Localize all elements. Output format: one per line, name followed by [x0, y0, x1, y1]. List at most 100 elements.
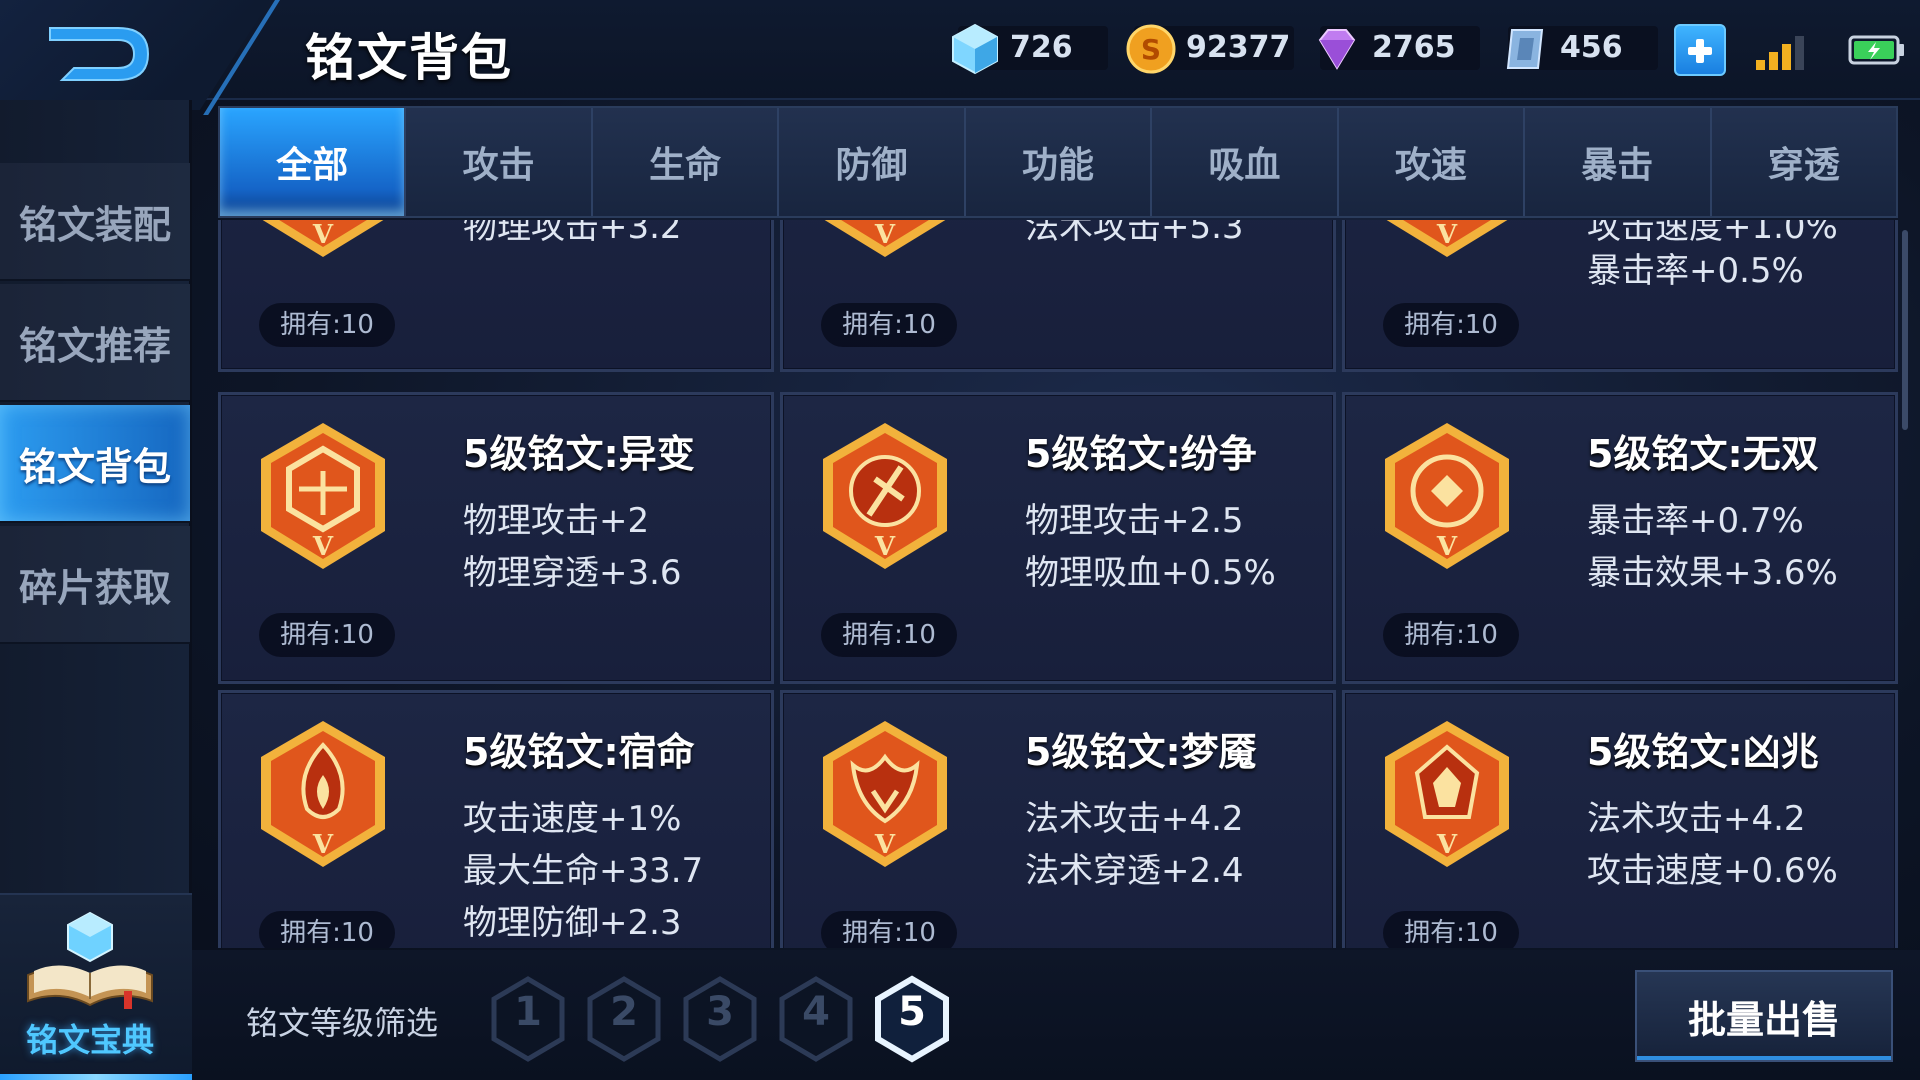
rune-unrivaled-icon: V	[1385, 423, 1509, 569]
level-filter-5[interactable]: 5	[872, 975, 952, 1063]
rune-attr: 物理攻击+2	[463, 501, 650, 541]
rune-variation-icon: V	[261, 423, 385, 569]
tab-attack[interactable]: 攻击	[406, 108, 593, 216]
rune-attr: 法术穿透+2.4	[1025, 851, 1244, 891]
rune-card[interactable]: V 5级铭文:纷争 物理攻击+2.5 物理吸血+0.5% 拥有:10	[780, 392, 1336, 684]
rune-attr: 物理防御+2.3	[463, 903, 682, 943]
grid-scrollbar[interactable]	[1902, 230, 1908, 430]
codex-underline	[0, 1074, 192, 1080]
rune-name: 5级铭文:凶兆	[1587, 730, 1819, 774]
owned-count-badge: 拥有:10	[1383, 303, 1519, 347]
tab-utility[interactable]: 功能	[966, 108, 1153, 216]
currency-diamond[interactable]: 2765	[1318, 26, 1480, 70]
sidebar-item-label: 铭文背包	[18, 444, 171, 489]
rune-name: 5级铭文:宿命	[463, 730, 695, 774]
owned-count-badge: 拥有:10	[821, 613, 957, 657]
rune-emblem-icon: V	[824, 220, 946, 257]
owned-count-badge: 拥有:10	[1383, 613, 1519, 657]
codex-label: 铭文宝典	[25, 1021, 154, 1059]
currency-ticket[interactable]: 456	[1506, 26, 1658, 70]
svg-text:V: V	[312, 830, 334, 860]
svg-text:V: V	[312, 220, 334, 250]
svg-text:S: S	[1141, 33, 1161, 66]
rune-attr: 物理吸血+0.5%	[1025, 553, 1276, 593]
rune-card[interactable]: V 5级铭文:宿命 攻击速度+1% 最大生命+33.7 物理防御+2.3 拥有:…	[218, 690, 774, 948]
level-filter-4[interactable]: 4	[776, 975, 856, 1063]
rune-attr: 法术攻击+4.2	[1025, 799, 1244, 839]
rune-name: 5级铭文:异变	[463, 432, 695, 476]
tab-critical[interactable]: 暴击	[1525, 108, 1712, 216]
level-filter-1[interactable]: 1	[488, 975, 568, 1063]
rune-attr: 法术攻击+4.2	[1587, 799, 1806, 839]
rune-card[interactable]: V 攻击速度+1.0% 暴击率+0.5% 拥有:10	[1342, 220, 1898, 372]
codex-book-icon	[27, 911, 153, 1009]
rune-card[interactable]: V 5级铭文:无双 暴击率+0.7% 暴击效果+3.6% 拥有:10	[1342, 392, 1898, 684]
svg-text:V: V	[1436, 532, 1458, 562]
rune-card[interactable]: V 物理攻击+3.2 拥有:10	[218, 220, 774, 372]
gold-value: 92377	[1186, 30, 1291, 65]
rune-attr: 暴击率+0.7%	[1587, 501, 1804, 541]
rune-attr: 法术攻击+5.3	[1025, 220, 1244, 247]
rune-attr: 物理攻击+3.2	[463, 220, 682, 247]
sidebar-item-label: 碎片获取	[18, 565, 171, 610]
owned-count-badge: 拥有:10	[821, 911, 957, 948]
crystal-icon	[952, 23, 998, 75]
currency-crystal[interactable]: 726	[952, 23, 1108, 75]
tab-lifesteal[interactable]: 吸血	[1152, 108, 1339, 216]
owned-count-badge: 拥有:10	[259, 303, 395, 347]
category-tabs: 全部 攻击 生命 防御 功能 吸血 攻速 暴击 穿透	[218, 106, 1898, 218]
tab-attack-speed[interactable]: 攻速	[1339, 108, 1526, 216]
batch-sell-label: 批量出售	[1687, 997, 1840, 1042]
level-number: 5	[898, 989, 926, 1035]
rune-card[interactable]: V 法术攻击+5.3 拥有:10	[780, 220, 1336, 372]
batch-sell-button[interactable]: 批量出售	[1635, 970, 1893, 1062]
level-filter-2[interactable]: 2	[584, 975, 664, 1063]
tab-penetration[interactable]: 穿透	[1712, 108, 1896, 216]
owned-count-badge: 拥有:10	[1383, 911, 1519, 948]
rune-card[interactable]: V 5级铭文:异变 物理攻击+2 物理穿透+3.6 拥有:10	[218, 392, 774, 684]
sidebar-item-fragment-source[interactable]: 碎片获取	[0, 526, 190, 644]
battery-icon	[1848, 35, 1904, 65]
rune-emblem-icon: V	[262, 220, 384, 257]
level-number: 2	[610, 989, 638, 1035]
tab-defense[interactable]: 防御	[779, 108, 966, 216]
tab-all[interactable]: 全部	[220, 108, 407, 216]
ticket-value: 456	[1560, 30, 1623, 65]
owned-count-badge: 拥有:10	[259, 613, 395, 657]
rune-strife-icon: V	[823, 423, 947, 569]
rune-codex-button[interactable]: 铭文宝典	[0, 893, 192, 1080]
gold-coin-icon: S	[1126, 24, 1176, 74]
rune-attr: 暴击效果+3.6%	[1587, 553, 1838, 593]
rune-card[interactable]: V 5级铭文:梦魇 法术攻击+4.2 法术穿透+2.4 拥有:10	[780, 690, 1336, 948]
recharge-plus-button[interactable]	[1674, 24, 1726, 76]
rune-destiny-icon: V	[261, 721, 385, 867]
rune-nightmare-icon: V	[823, 721, 947, 867]
sidebar: 铭文装配 铭文推荐 铭文背包 碎片获取 铭文宝典	[0, 100, 192, 1080]
svg-text:V: V	[1436, 830, 1458, 860]
rune-name: 5级铭文:纷争	[1025, 432, 1257, 476]
sidebar-item-rune-recommend[interactable]: 铭文推荐	[0, 284, 190, 402]
rune-emblem-icon: V	[1386, 220, 1508, 257]
rune-attr: 物理攻击+2.5	[1025, 501, 1244, 541]
rune-card[interactable]: V 5级铭文:凶兆 法术攻击+4.2 攻击速度+0.6% 拥有:10	[1342, 690, 1898, 948]
rune-attr: 暴击率+0.5%	[1587, 251, 1804, 291]
currency-gold[interactable]: S 92377	[1126, 24, 1294, 74]
sidebar-item-rune-equip[interactable]: 铭文装配	[0, 163, 190, 281]
svg-text:V: V	[1436, 220, 1458, 250]
rune-omen-icon: V	[1385, 721, 1509, 867]
level-filter-label: 铭文等级筛选	[246, 1004, 439, 1042]
signal-strength-icon	[1756, 36, 1804, 70]
top-bar: 铭文背包 726 S 92377 2765 456	[0, 0, 1920, 115]
crystal-value: 726	[1010, 30, 1073, 65]
level-filter-3[interactable]: 3	[680, 975, 760, 1063]
owned-count-badge: 拥有:10	[821, 303, 957, 347]
owned-count-badge: 拥有:10	[259, 911, 395, 948]
svg-text:V: V	[874, 830, 896, 860]
rune-attr: 攻击速度+1%	[463, 799, 682, 839]
sidebar-item-rune-bag[interactable]: 铭文背包	[0, 405, 190, 523]
rune-attr: 最大生命+33.7	[463, 851, 704, 891]
tab-health[interactable]: 生命	[593, 108, 780, 216]
svg-text:V: V	[874, 532, 896, 562]
svg-text:V: V	[874, 220, 896, 250]
sidebar-item-label: 铭文装配	[18, 202, 171, 247]
